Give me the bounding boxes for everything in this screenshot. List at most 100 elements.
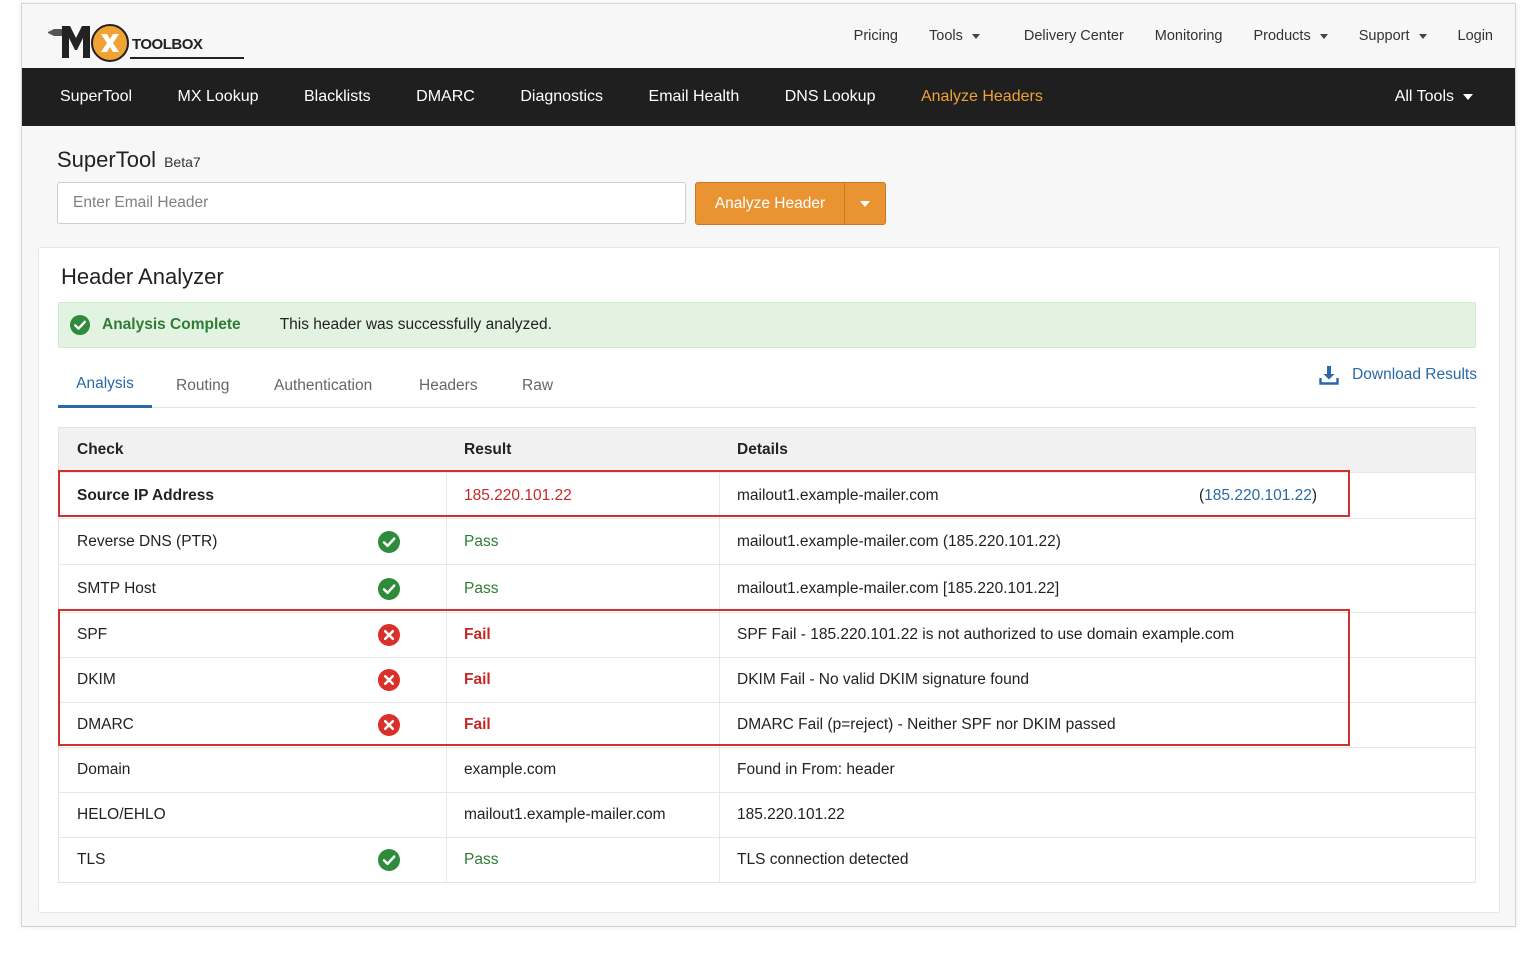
results-table: Check Result Details Source IP Address 1… [58, 427, 1476, 883]
header-result: Result [464, 441, 512, 458]
download-results-link[interactable]: Download Results [1319, 364, 1477, 386]
details-cell: SPF Fail - 185.220.101.22 is not authori… [737, 626, 1235, 643]
details-cell: mailout1.example-mailer.com [185.220.101… [737, 579, 1060, 597]
download-results-label: Download Results [1352, 366, 1477, 383]
nav-mx-lookup[interactable]: MX Lookup [178, 88, 259, 106]
analyze-header-button[interactable]: Analyze Header [696, 183, 845, 224]
analysis-tabs: Analysis Routing Authentication Headers … [58, 363, 1476, 408]
header-check: Check [77, 441, 124, 458]
topnav-pricing[interactable]: Pricing [854, 28, 898, 44]
tab-raw[interactable]: Raw [522, 363, 553, 408]
topnav-monitoring-label: Monitoring [1154, 28, 1223, 44]
nav-blacklists[interactable]: Blacklists [304, 88, 371, 106]
nav-analyze-headers[interactable]: Analyze Headers [921, 88, 1043, 106]
fail-x-icon [378, 669, 400, 691]
details-cell: mailout1.example-mailer.com (185.220.101… [737, 532, 1061, 550]
pass-check-icon [378, 530, 400, 553]
check-label: DMARC [77, 716, 134, 733]
details-cell: DMARC Fail (p=reject) - Neither SPF nor … [737, 716, 1116, 733]
tab-authentication[interactable]: Authentication [274, 363, 372, 408]
browser-frame: TOOLBOX Pricing Tools Delivery Center Mo… [21, 3, 1516, 927]
result-cell: Fail [447, 703, 720, 747]
check-cell: Reverse DNS (PTR) [59, 519, 447, 564]
all-tools-label: All Tools [1394, 88, 1454, 105]
check-label: SPF [77, 626, 108, 643]
caret-down-icon [971, 33, 980, 39]
topnav-monitoring[interactable]: Monitoring [1155, 28, 1223, 44]
analyze-header-button-group: Analyze Header [695, 182, 886, 225]
caret-down-icon [1418, 33, 1427, 39]
check-cell: SPF [59, 613, 447, 657]
caret-down-icon [1319, 33, 1328, 39]
table-row: SMTP Host Pass mailout1.example-mailer.c… [59, 564, 1475, 612]
table-row: Domain example.com Found in From: header [59, 747, 1475, 792]
caret-down-icon [860, 200, 870, 207]
caret-down-icon [1463, 94, 1473, 100]
topnav-products[interactable]: Products [1253, 28, 1328, 44]
topnav-delivery-center-label: Delivery Center [1023, 28, 1124, 44]
check-cell: HELO/EHLO [59, 793, 447, 837]
mxtoolbox-logo[interactable]: TOOLBOX [46, 16, 246, 62]
topnav-support[interactable]: Support [1359, 28, 1427, 44]
result-cell: example.com [447, 748, 720, 792]
nav-dns-lookup[interactable]: DNS Lookup [785, 88, 876, 106]
table-row: Source IP Address 185.220.101.22 mailout… [59, 472, 1475, 518]
details-cell: DKIM Fail - No valid DKIM signature foun… [737, 671, 1030, 688]
top-bar: TOOLBOX Pricing Tools Delivery Center Mo… [22, 4, 1515, 68]
check-cell: Domain [59, 748, 447, 792]
check-label: DKIM [77, 671, 116, 688]
table-row: SPF Fail SPF Fail - 185.220.101.22 is no… [59, 612, 1475, 657]
topnav-support-label: Support [1358, 28, 1410, 44]
alert-message: This header was successfully analyzed. [279, 316, 552, 333]
check-cell: TLS [59, 838, 447, 882]
analyze-options-dropdown[interactable] [845, 183, 885, 224]
topnav-tools-label: Tools [929, 28, 963, 44]
email-header-input[interactable] [57, 182, 686, 224]
nav-supertool[interactable]: SuperTool [60, 88, 132, 106]
nav-dmarc[interactable]: DMARC [416, 88, 475, 106]
check-cell: Source IP Address [59, 473, 447, 518]
check-cell: SMTP Host [59, 565, 447, 612]
topnav-login[interactable]: Login [1458, 28, 1493, 44]
header-analyzer-panel: Header Analyzer Analysis Complete This h… [38, 247, 1500, 913]
top-nav: Pricing Tools Delivery Center Monitoring… [823, 4, 1493, 68]
header-details: Details [737, 441, 788, 458]
source-ip-link[interactable]: (185.220.101.22) [1199, 487, 1317, 505]
tab-headers[interactable]: Headers [419, 363, 478, 408]
table-row: DKIM Fail DKIM Fail - No valid DKIM sign… [59, 657, 1475, 702]
all-tools-dropdown[interactable]: All Tools [1395, 68, 1473, 126]
result-cell: Pass [447, 838, 720, 882]
check-label: TLS [77, 851, 106, 868]
topnav-pricing-label: Pricing [853, 28, 898, 44]
details-text: mailout1.example-mailer.com [737, 486, 939, 504]
topnav-delivery-center[interactable]: Delivery Center [1024, 28, 1124, 44]
details-cell: Found in From: header [737, 761, 895, 778]
check-circle-icon [70, 315, 90, 335]
panel-title: Header Analyzer [61, 264, 224, 289]
table-row: Reverse DNS (PTR) Pass mailout1.example-… [59, 518, 1475, 564]
source-ip-link-text: 185.220.101.22 [1204, 486, 1312, 504]
result-cell: mailout1.example-mailer.com [447, 793, 720, 837]
supertool-title: SuperTool Beta7 [57, 147, 201, 173]
supertool-beta-badge: Beta7 [164, 154, 201, 170]
details-cell: 185.220.101.22 [737, 806, 845, 823]
check-cell: DMARC [59, 703, 447, 747]
nav-email-health[interactable]: Email Health [649, 88, 740, 106]
pass-check-icon [378, 577, 400, 600]
fail-x-icon [378, 714, 400, 736]
tab-analysis[interactable]: Analysis [58, 363, 152, 408]
table-row: DMARC Fail DMARC Fail (p=reject) - Neith… [59, 702, 1475, 747]
nav-diagnostics[interactable]: Diagnostics [520, 88, 603, 106]
check-label: SMTP Host [77, 579, 156, 597]
logo-text: TOOLBOX [132, 36, 203, 53]
tab-routing[interactable]: Routing [176, 363, 229, 408]
result-cell: Fail [447, 658, 720, 702]
topnav-tools[interactable]: Tools [929, 28, 980, 44]
main-nav: SuperTool MX Lookup Blacklists DMARC Dia… [22, 68, 1515, 126]
download-icon [1319, 366, 1339, 385]
analysis-status-alert: Analysis Complete This header was succes… [58, 302, 1476, 348]
table-row: HELO/EHLO mailout1.example-mailer.com 18… [59, 792, 1475, 837]
fail-x-icon [378, 624, 400, 646]
result-cell: Pass [447, 565, 720, 612]
result-cell: Pass [447, 519, 720, 564]
